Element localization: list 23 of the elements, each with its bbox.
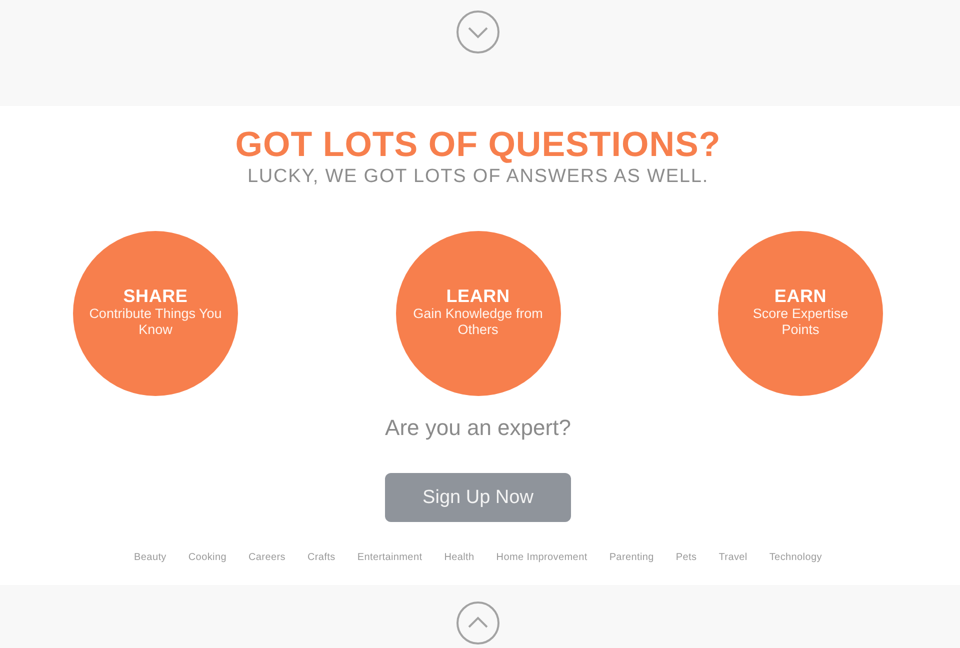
- chevron-up-circle-icon[interactable]: [456, 601, 500, 645]
- expert-prompt: Are you an expert?: [385, 414, 571, 442]
- category-link[interactable]: Home Improvement: [496, 552, 588, 563]
- feature-title: EARN: [774, 286, 827, 306]
- category-link[interactable]: Entertainment: [357, 552, 422, 563]
- category-link[interactable]: Travel: [718, 552, 748, 563]
- feature-title: LEARN: [446, 286, 510, 306]
- category-link[interactable]: Technology: [769, 552, 822, 563]
- category-link[interactable]: Health: [444, 552, 474, 563]
- category-link[interactable]: Cooking: [188, 552, 226, 563]
- section-subheading: LUCKY, WE GOT LOTS OF ANSWERS AS WELL.: [247, 165, 709, 189]
- feature-description: Score Expertise Points: [752, 306, 850, 338]
- category-link[interactable]: Careers: [248, 552, 286, 563]
- category-link[interactable]: Crafts: [307, 552, 336, 563]
- sign-up-button[interactable]: Sign Up Now: [385, 473, 571, 522]
- category-link[interactable]: Pets: [676, 552, 697, 563]
- feature-description: Gain Knowledge from Others: [412, 306, 544, 338]
- feature-title: SHARE: [123, 286, 188, 306]
- feature-description: Contribute Things You Know: [88, 306, 223, 338]
- section-heading: GOT LOTS OF QUESTIONS?: [235, 125, 721, 165]
- chevron-down-circle-icon[interactable]: [456, 10, 500, 54]
- category-link[interactable]: Parenting: [609, 552, 654, 563]
- category-link[interactable]: Beauty: [134, 552, 166, 563]
